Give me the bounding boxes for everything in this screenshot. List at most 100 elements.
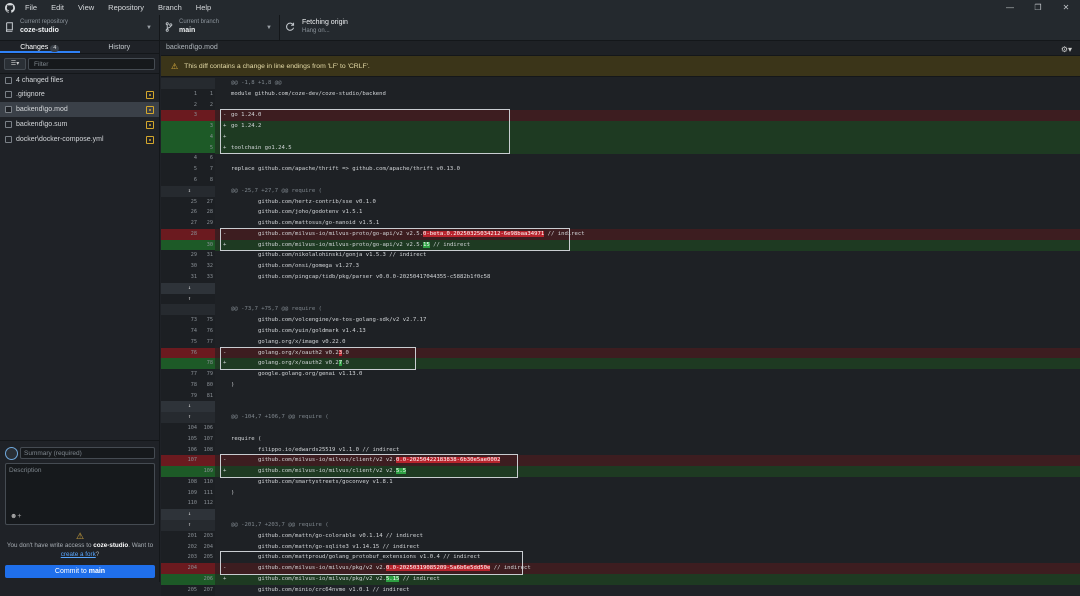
line-number-gutter[interactable]: 5 xyxy=(161,142,215,154)
hunk-header[interactable]: @@ -73,7 +75,7 @@ require ( xyxy=(161,304,1080,316)
file-row[interactable]: backend\go.mod xyxy=(0,102,159,117)
line-number-gutter[interactable]: 68 xyxy=(161,175,215,187)
hunk-header[interactable]: ⇕ @@ -25,7 +27,7 @@ require ( xyxy=(161,185,1080,197)
line-number-gutter[interactable]: 27 29 xyxy=(161,218,215,230)
line-number-gutter[interactable]: 57 xyxy=(161,164,215,176)
file-checkbox[interactable] xyxy=(5,106,12,113)
expand-icon[interactable]: ↑ xyxy=(161,412,191,423)
minimize-icon[interactable]: — xyxy=(996,0,1024,15)
line-number-gutter[interactable] xyxy=(161,78,215,89)
line-number-gutter[interactable]: 28 xyxy=(161,228,215,240)
line-number-gutter[interactable]: 75 77 xyxy=(161,336,215,348)
menu-branch[interactable]: Branch xyxy=(151,3,189,12)
select-all-checkbox[interactable] xyxy=(5,77,12,84)
line-number-gutter[interactable]: 3 xyxy=(161,110,215,122)
line-number-gutter[interactable]: ↓ xyxy=(161,282,215,294)
file-checkbox[interactable] xyxy=(5,91,12,98)
line-number-gutter[interactable]: 30 xyxy=(161,239,215,251)
new-line-number: 75 xyxy=(206,317,213,324)
menu-help[interactable]: Help xyxy=(189,3,218,12)
diff-line: 68 xyxy=(161,175,1080,187)
line-number-gutter[interactable]: ↑ xyxy=(161,293,215,305)
line-number-gutter[interactable]: ↑ xyxy=(161,412,215,424)
line-number-gutter[interactable]: 205 207 xyxy=(161,584,215,596)
line-number-gutter[interactable]: ↓ xyxy=(161,509,215,521)
line-number-gutter[interactable] xyxy=(161,304,215,316)
expand-icon[interactable]: ↓ xyxy=(161,401,191,412)
expand-icon[interactable]: ↓ xyxy=(161,283,191,294)
line-number-gutter[interactable]: 77 79 xyxy=(161,369,215,381)
restore-icon[interactable]: ❐ xyxy=(1024,0,1052,15)
line-number-gutter[interactable]: 3 xyxy=(161,121,215,133)
fetch-origin-button[interactable]: Fetching origin Hang on... xyxy=(280,15,390,41)
line-number-gutter[interactable]: 204 xyxy=(161,563,215,575)
hunk-header[interactable]: ↑ @@ -201,7 +203,7 @@ require ( xyxy=(161,519,1080,531)
line-number-gutter[interactable]: 11 xyxy=(161,88,215,100)
line-number-gutter[interactable]: 29 31 xyxy=(161,250,215,262)
file-row[interactable]: backend\go.sum xyxy=(0,117,159,132)
file-row[interactable]: .gitignore xyxy=(0,87,159,102)
line-number-gutter[interactable]: 109 111 xyxy=(161,487,215,499)
line-number-gutter[interactable]: ↓ xyxy=(161,401,215,413)
tab-changes[interactable]: Changes 4 xyxy=(0,41,80,53)
menu-view[interactable]: View xyxy=(71,3,101,12)
expand-icon[interactable]: ↑ xyxy=(161,294,191,305)
hunk-header[interactable]: ↑ @@ -104,7 +106,7 @@ require ( xyxy=(161,412,1080,424)
line-number-gutter[interactable]: 76 xyxy=(161,347,215,359)
line-number-gutter[interactable]: 105 107 xyxy=(161,433,215,445)
line-number-gutter[interactable]: 74 76 xyxy=(161,325,215,337)
create-fork-link[interactable]: create a fork xyxy=(61,551,96,558)
line-number-gutter[interactable]: ⇕ xyxy=(161,185,215,197)
branch-selector[interactable]: Current branch main ▼ xyxy=(160,15,280,41)
new-line-number: 204 xyxy=(203,543,213,550)
file-row[interactable]: docker\docker-compose.yml xyxy=(0,132,159,147)
line-number-gutter[interactable]: 106 108 xyxy=(161,444,215,456)
line-number-gutter[interactable]: 202 204 xyxy=(161,541,215,553)
expand-row[interactable]: ↓ xyxy=(161,282,1080,294)
line-number-gutter[interactable]: 201 203 xyxy=(161,530,215,542)
expand-icon[interactable]: ⇕ xyxy=(161,186,191,197)
hunk-header[interactable]: @@ -1,8 +1,8 @@ xyxy=(161,78,1080,89)
line-number-gutter[interactable]: ↑ xyxy=(161,519,215,531)
line-number-gutter[interactable]: 78 xyxy=(161,358,215,370)
commit-button[interactable]: Commit to main xyxy=(5,565,155,578)
line-number-gutter[interactable]: 31 33 xyxy=(161,272,215,284)
line-number-gutter[interactable]: 79 81 xyxy=(161,390,215,402)
filter-input[interactable]: Filter xyxy=(28,57,155,70)
gear-icon[interactable]: ⚙▾ xyxy=(1061,43,1072,57)
line-number-gutter[interactable]: 78 80 xyxy=(161,379,215,391)
description-input[interactable]: Description xyxy=(5,463,155,525)
line-number-gutter[interactable]: 109 xyxy=(161,466,215,478)
file-checkbox[interactable] xyxy=(5,121,12,128)
expand-icon[interactable]: ↑ xyxy=(161,520,191,531)
repository-selector[interactable]: Current repository coze-studio ▼ xyxy=(0,15,160,41)
menu-repository[interactable]: Repository xyxy=(101,3,151,12)
menu-file[interactable]: File xyxy=(18,3,44,12)
line-number-gutter[interactable]: 110 112 xyxy=(161,498,215,510)
line-number-gutter[interactable]: 107 xyxy=(161,455,215,467)
file-checkbox[interactable] xyxy=(5,136,12,143)
line-number-gutter[interactable]: 22 xyxy=(161,99,215,111)
close-icon[interactable]: ✕ xyxy=(1052,0,1080,15)
line-number-gutter[interactable]: 4 xyxy=(161,131,215,143)
line-number-gutter[interactable]: 25 27 xyxy=(161,196,215,208)
branch-icon xyxy=(165,22,173,32)
new-line-number: 29 xyxy=(206,220,213,227)
summary-input[interactable]: Summary (required) xyxy=(20,447,155,459)
line-number-gutter[interactable]: 26 28 xyxy=(161,207,215,219)
filter-options-button[interactable]: ☰ ▾ xyxy=(4,57,26,70)
line-number-gutter[interactable]: 46 xyxy=(161,153,215,165)
select-all-row[interactable]: 4 changed files xyxy=(0,74,159,87)
add-coauthor-icon[interactable]: ☻+ xyxy=(10,513,21,520)
line-number-gutter[interactable]: 206 xyxy=(161,573,215,585)
line-number-gutter[interactable]: 73 75 xyxy=(161,315,215,327)
menu-edit[interactable]: Edit xyxy=(44,3,71,12)
expand-icon[interactable]: ↓ xyxy=(161,509,191,520)
expand-row[interactable]: ↓ xyxy=(161,401,1080,413)
line-number-gutter[interactable]: 104 106 xyxy=(161,422,215,434)
line-number-gutter[interactable]: 108 110 xyxy=(161,476,215,488)
tab-history[interactable]: History xyxy=(80,41,160,53)
line-number-gutter[interactable]: 203 205 xyxy=(161,552,215,564)
expand-row[interactable]: ↓ xyxy=(161,509,1080,521)
line-number-gutter[interactable]: 30 32 xyxy=(161,261,215,273)
